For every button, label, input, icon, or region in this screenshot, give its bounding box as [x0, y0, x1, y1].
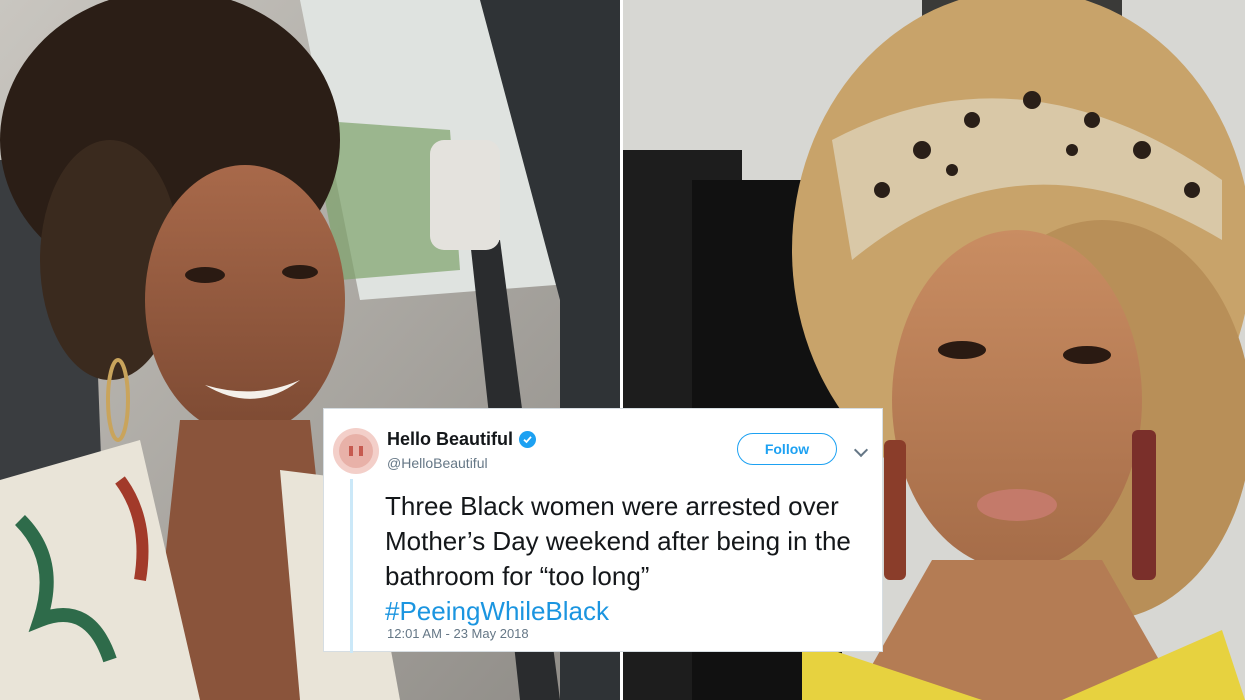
- follow-button[interactable]: Follow: [737, 433, 837, 465]
- tweet-text: Three Black women were arrested over Mot…: [385, 491, 851, 591]
- author-display-name[interactable]: Hello Beautiful: [387, 429, 513, 450]
- chevron-down-icon[interactable]: [853, 442, 869, 458]
- tweet-card: Hello Beautiful @HelloBeautiful Follow T…: [323, 408, 883, 653]
- thread-line: [350, 479, 353, 653]
- author-row: Hello Beautiful: [387, 429, 537, 450]
- author-handle[interactable]: @HelloBeautiful: [387, 455, 488, 471]
- verified-badge-icon: [519, 431, 537, 448]
- hello-beautiful-avatar-icon[interactable]: [333, 428, 379, 474]
- tweet-timestamp[interactable]: 12:01 AM - 23 May 2018: [387, 626, 529, 641]
- tweet-body: Three Black women were arrested over Mot…: [385, 489, 880, 629]
- hashtag-link[interactable]: #PeeingWhileBlack: [385, 594, 880, 629]
